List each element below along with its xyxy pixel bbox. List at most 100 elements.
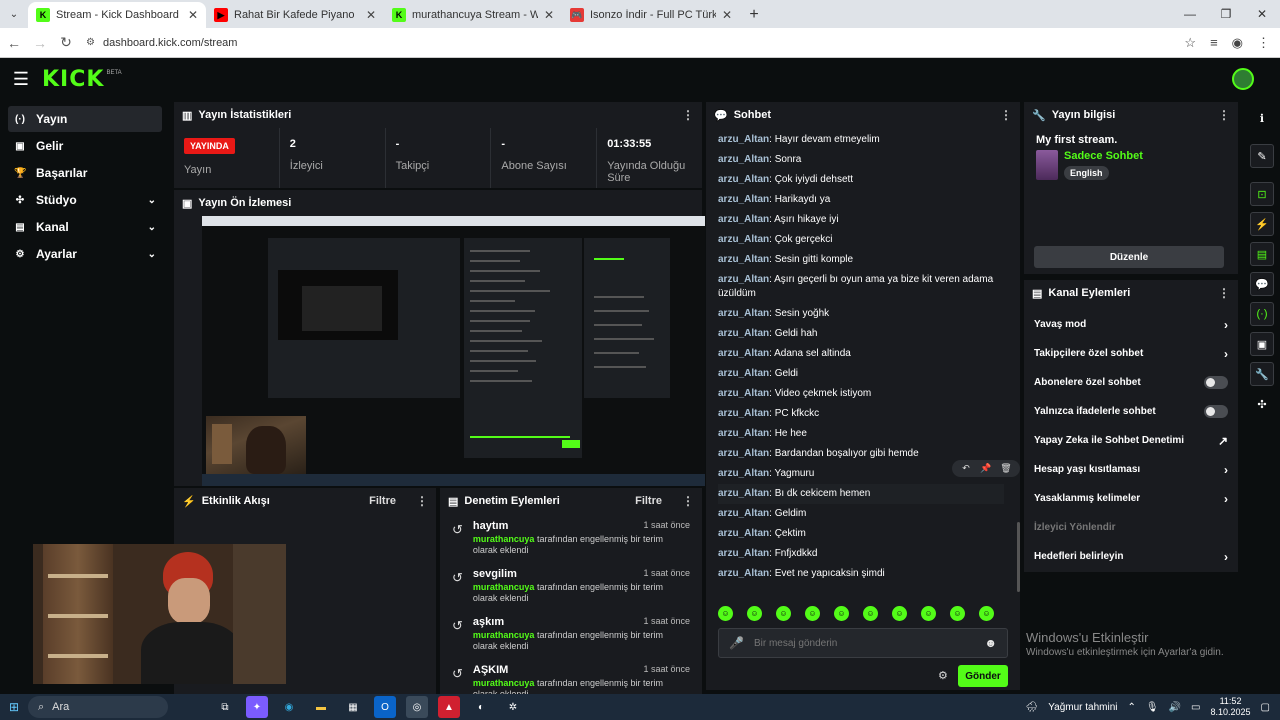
close-tab-icon[interactable]: ✕ — [188, 8, 198, 22]
toggle-switch[interactable] — [1204, 376, 1228, 389]
channel-action[interactable]: Takipçilere özel sohbet › — [1024, 339, 1238, 368]
browser-menu-icon[interactable]: ⋮ — [1257, 35, 1270, 51]
chat-message[interactable]: arzu_Altan: Geldim — [718, 504, 1004, 524]
media-control-icon[interactable]: ≡ — [1210, 35, 1218, 51]
chat-message[interactable]: arzu_Altan: Aşırı geçerli bı oyun ama ya… — [718, 270, 1004, 304]
taskbar-search[interactable]: ⌕ Ara — [28, 696, 168, 718]
toggle-switch[interactable] — [1204, 405, 1228, 418]
task-view-icon[interactable]: ⧉ — [214, 696, 236, 718]
clock[interactable]: 11:52 8.10.2025 — [1211, 696, 1251, 718]
chevron-down-icon[interactable]: ⌄ — [148, 222, 156, 233]
user-avatar[interactable] — [1232, 68, 1254, 90]
windows-start-icon[interactable]: ⊞ — [0, 700, 28, 714]
volume-icon[interactable]: 🔊 — [1169, 702, 1181, 713]
moderation-filter-button[interactable]: Filtre — [635, 495, 662, 507]
tools-toggle-icon[interactable]: 🔧 — [1250, 362, 1274, 386]
kick-logo[interactable]: KICK — [42, 67, 104, 92]
chat-username[interactable]: arzu_Altan — [718, 468, 769, 479]
sidebar-item[interactable]: ✣ Stüdyo ⌄ — [8, 187, 162, 213]
chat-username[interactable]: arzu_Altan — [718, 174, 769, 185]
chat-toggle-icon[interactable]: 💬 — [1250, 272, 1274, 296]
steam-icon[interactable]: ✲ — [502, 696, 524, 718]
moderation-menu-icon[interactable]: ⋮ — [682, 494, 694, 508]
close-tab-icon[interactable]: ✕ — [722, 8, 732, 22]
hamburger-menu-icon[interactable]: ☰ — [0, 69, 42, 90]
channel-action[interactable]: Yavaş mod › — [1024, 310, 1238, 339]
browser-tab[interactable]: K Stream - Kick Dashboard ✕ — [28, 2, 206, 28]
external-link-icon[interactable]: ↗ — [1218, 434, 1228, 448]
close-tab-icon[interactable]: ✕ — [544, 8, 554, 22]
moderator-name[interactable]: murathancuya — [473, 678, 535, 688]
emoji-picker-icon[interactable]: ☻ — [984, 636, 997, 650]
chevron-down-icon[interactable]: ⌄ — [148, 249, 156, 260]
chevron-right-icon[interactable]: › — [1224, 318, 1228, 332]
chat-message[interactable]: arzu_Altan: Sesin gitti komple — [718, 250, 1004, 270]
emote-icon[interactable]: ☺ — [805, 606, 820, 621]
chat-message[interactable]: arzu_Altan: PC kfkckc — [718, 404, 1004, 424]
obs-icon[interactable]: ◐ — [470, 696, 492, 718]
chat-username[interactable]: arzu_Altan — [718, 548, 769, 559]
chat-username[interactable]: arzu_Altan — [718, 528, 769, 539]
site-info-icon[interactable]: ⚙ — [86, 37, 95, 48]
notifications-icon[interactable]: ▢ — [1261, 702, 1270, 713]
emote-icon[interactable]: ☺ — [950, 606, 965, 621]
sidebar-item[interactable]: ⚙ Ayarlar ⌄ — [8, 241, 162, 267]
undo-icon[interactable]: ↺ — [452, 568, 463, 604]
channel-action[interactable]: Yapay Zeka ile Sohbet Denetimi ↗ — [1024, 426, 1238, 455]
chat-message[interactable]: arzu_Altan: Video çekmek istiyom — [718, 384, 1004, 404]
chat-message[interactable]: arzu_Altan: Çok gerçekci — [718, 230, 1004, 250]
send-button[interactable]: Gönder — [958, 665, 1008, 687]
chevron-down-icon[interactable]: ⌄ — [148, 195, 156, 206]
microphone-tray-icon[interactable]: 🎙 — [1146, 702, 1159, 713]
chat-message[interactable]: arzu_Altan: Çok iyiydi dehsett — [718, 170, 1004, 190]
sidebar-item[interactable]: ▤ Kanal ⌄ — [8, 214, 162, 240]
chat-username[interactable]: arzu_Altan — [718, 488, 769, 499]
chat-username[interactable]: arzu_Altan — [718, 508, 769, 519]
forward-icon[interactable]: → — [28, 31, 52, 55]
chat-message[interactable]: arzu_Altan: Adana sel altinda — [718, 344, 1004, 364]
browser-tab[interactable]: Kmurathancuya Stream - Watch ✕ — [384, 2, 562, 28]
weather-text[interactable]: Yağmur tahmini — [1048, 702, 1117, 713]
chat-message-list[interactable]: arzu_Altan: Hayır devam etmeyelim arzu_Al… — [706, 130, 1016, 592]
chat-username[interactable]: arzu_Altan — [718, 428, 769, 439]
tab-search-icon[interactable]: ⌄ — [0, 0, 28, 28]
moderator-name[interactable]: murathancuya — [473, 630, 535, 640]
emote-icon[interactable]: ☺ — [718, 606, 733, 621]
chat-username[interactable]: arzu_Altan — [718, 154, 769, 165]
new-tab-button[interactable]: + — [740, 2, 768, 28]
chat-username[interactable]: arzu_Altan — [718, 408, 769, 419]
stream-category[interactable]: Sadece Sohbet — [1064, 150, 1143, 162]
file-explorer-icon[interactable]: ▬ — [310, 696, 332, 718]
chat-message[interactable]: arzu_Altan: He hee — [718, 424, 1004, 444]
edit-stream-button[interactable]: Düzenle — [1034, 246, 1224, 268]
browser-tab[interactable]: 🎮 Isonzo İndir - Full PC Türkçe + D ✕ — [562, 2, 740, 28]
maximize-icon[interactable]: ❐ — [1208, 0, 1244, 28]
undo-icon[interactable]: ↺ — [452, 616, 463, 652]
delete-icon[interactable]: 🗑 — [998, 463, 1014, 474]
chat-message[interactable]: arzu_Altan: Bı dk cekicem hemen — [718, 484, 1004, 504]
emote-icon[interactable]: ☺ — [834, 606, 849, 621]
chat-message[interactable]: arzu_Altan: Evet ne yapıcaksin şimdi — [718, 564, 1004, 584]
moderator-name[interactable]: murathancuya — [473, 582, 535, 592]
activity-menu-icon[interactable]: ⋮ — [416, 494, 428, 508]
chat-input-box[interactable]: 🎤 ☻ — [718, 628, 1008, 658]
stream-preview-video[interactable] — [202, 216, 705, 486]
emote-icon[interactable]: ☺ — [863, 606, 878, 621]
bookmark-star-icon[interactable]: ☆ — [1184, 35, 1196, 51]
minimize-icon[interactable]: — — [1172, 0, 1208, 28]
stream-info-menu-icon[interactable]: ⋮ — [1218, 108, 1230, 122]
chevron-right-icon[interactable]: › — [1224, 347, 1228, 361]
battery-icon[interactable]: ▭ — [1191, 702, 1200, 713]
chevron-right-icon[interactable]: › — [1224, 492, 1228, 506]
emote-icon[interactable]: ☺ — [892, 606, 907, 621]
pin-icon[interactable]: 📌 — [978, 463, 994, 474]
close-window-icon[interactable]: ✕ — [1244, 0, 1280, 28]
emote-icon[interactable]: ☺ — [747, 606, 762, 621]
chat-message[interactable]: arzu_Altan: Harikaydı ya — [718, 190, 1004, 210]
sidebar-item[interactable]: (·) Yayın — [8, 106, 162, 132]
stats-toggle-icon[interactable]: ⊡ — [1250, 182, 1274, 206]
chat-username[interactable]: arzu_Altan — [718, 388, 769, 399]
chat-username[interactable]: arzu_Altan — [718, 194, 769, 205]
chat-message[interactable]: arzu_Altan: Hayır devam etmeyelim — [718, 130, 1004, 150]
sidebar-item[interactable]: ▣ Gelir — [8, 133, 162, 159]
